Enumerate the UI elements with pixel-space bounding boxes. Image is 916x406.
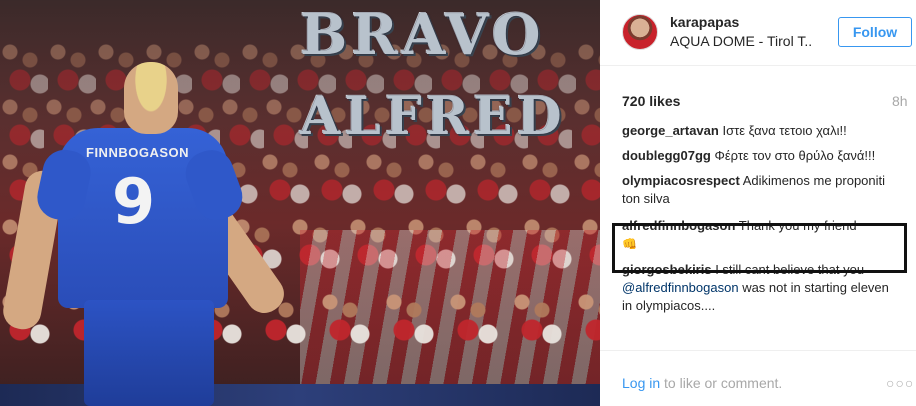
comment: george_artavan Ιστε ξανα τετοιο χαλι!! — [622, 122, 902, 140]
player-shorts — [84, 300, 214, 406]
comment-text: I still cant believe that you — [715, 262, 865, 277]
comment: doublegg07gg Φέρτε τον στο θρύλο ξανά!!! — [622, 147, 902, 165]
comment-username[interactable]: olympiacosrespect — [622, 173, 740, 188]
post-details-panel: karapapas AQUA DOME - Tirol T.. Follow 7… — [600, 0, 916, 406]
comment: giorgosbekiris I still cant believe that… — [622, 261, 902, 315]
login-link[interactable]: Log in — [622, 375, 660, 391]
comment-username[interactable]: doublegg07gg — [622, 148, 711, 163]
comment-text: Φέρτε τον στο θρύλο ξανά!!! — [714, 148, 876, 163]
comment-mention-link[interactable]: @alfredfinnbogason — [622, 280, 739, 295]
login-prompt: Log in to like or comment. — [622, 375, 782, 391]
headline-bravo: BRAVO — [300, 2, 545, 68]
comment-username[interactable]: alfredfinnbogason — [622, 218, 735, 233]
post-photo[interactable]: FINNBOGASON 9 BRAVO ALFRED — [0, 0, 600, 406]
player-head — [124, 62, 178, 134]
player-figure: FINNBOGASON 9 — [0, 0, 300, 406]
login-prompt-text: to like or comment. — [664, 375, 783, 391]
comments-list: george_artavan Ιστε ξανα τετοιο χαλι!! d… — [622, 122, 902, 322]
post-header: karapapas AQUA DOME - Tirol T.. Follow — [600, 0, 916, 66]
fist-bump-icon: 👊 — [622, 237, 637, 251]
post-location[interactable]: AQUA DOME - Tirol T.. — [670, 33, 812, 49]
likes-count[interactable]: 720 likes — [622, 93, 680, 109]
post-author-username[interactable]: karapapas — [670, 14, 739, 30]
comment: olympiacosrespect Adikimenos me proponit… — [622, 172, 902, 208]
post-footer: Log in to like or comment. ○○○ — [600, 350, 916, 406]
more-options-icon[interactable]: ○○○ — [886, 375, 914, 391]
avatar[interactable] — [622, 14, 658, 50]
jersey-name: FINNBOGASON — [86, 145, 189, 160]
comment-text: Ιστε ξανα τετοιο χαλι!! — [722, 123, 847, 138]
jersey-number: 9 — [112, 165, 156, 238]
post-timestamp[interactable]: 8h — [892, 93, 908, 109]
follow-button[interactable]: Follow — [838, 17, 912, 47]
headline-alfred: ALFRED — [300, 86, 566, 147]
comment-username[interactable]: george_artavan — [622, 123, 719, 138]
comment-username[interactable]: giorgosbekiris — [622, 262, 712, 277]
comment-highlighted: alfredfinnbogason Thank you my friend 👊 — [622, 217, 902, 253]
comment-text: Thank you my friend — [738, 218, 857, 233]
